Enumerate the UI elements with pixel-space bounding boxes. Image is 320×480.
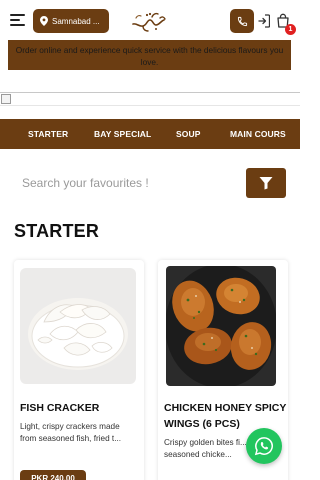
phone-button[interactable] <box>230 9 254 33</box>
filter-button[interactable] <box>246 168 286 198</box>
section-title: STARTER <box>14 221 100 241</box>
location-pin-icon <box>40 16 48 26</box>
location-label: Samnabad ... <box>52 16 100 26</box>
login-icon[interactable] <box>258 14 270 28</box>
announcement-bar: Order online and experience quick servic… <box>8 40 291 70</box>
category-tab-soup[interactable]: SOUP <box>176 119 201 149</box>
category-nav: STARTER BAY SPECIAL SOUP MAIN COURS <box>0 119 300 149</box>
product-description: Light, crispy crackers made from seasone… <box>20 422 122 443</box>
brand-logo[interactable] <box>130 9 170 33</box>
phone-icon <box>237 16 247 26</box>
category-tab-starter[interactable]: STARTER <box>28 119 68 149</box>
product-image-chicken-honey-spicy-wings[interactable] <box>166 266 276 386</box>
product-name: CHICKEN HONEY SPICY WINGS (6 PCS) <box>164 402 287 430</box>
banner-image <box>0 92 300 106</box>
category-tab-bay-special[interactable]: BAY SPECIAL <box>94 119 151 149</box>
price-button[interactable]: PKR 240.00 <box>20 470 86 480</box>
category-tab-main-course[interactable]: MAIN COURS <box>230 119 286 149</box>
broken-image-icon <box>1 94 11 104</box>
product-image-fish-cracker[interactable] <box>20 268 136 384</box>
location-button[interactable]: Samnabad ... <box>33 9 109 33</box>
product-name: FISH CRACKER <box>20 402 100 414</box>
hamburger-menu-icon[interactable] <box>10 14 25 27</box>
search-input[interactable] <box>22 172 222 194</box>
product-card[interactable]: FISH CRACKER Light, crispy crackers made… <box>14 260 144 480</box>
filter-icon <box>259 177 273 190</box>
header: Samnabad ... 1 <box>0 0 300 40</box>
whatsapp-button[interactable] <box>246 428 282 464</box>
cart-count-badge: 1 <box>285 24 296 35</box>
whatsapp-icon <box>254 437 273 456</box>
